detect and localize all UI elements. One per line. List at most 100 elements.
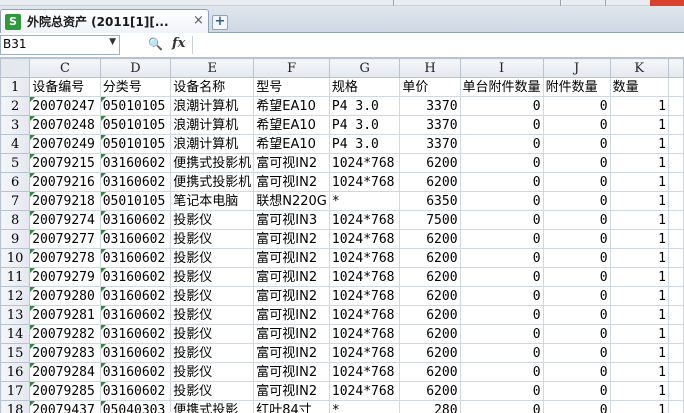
cell-f[interactable]: 富可视IN2 bbox=[253, 362, 330, 382]
cell-i[interactable]: 0 bbox=[459, 115, 544, 135]
cell-j[interactable]: 0 bbox=[542, 286, 611, 306]
cell-c[interactable]: 20079274 bbox=[29, 210, 101, 230]
cell-g[interactable]: 1024*768 bbox=[328, 153, 401, 173]
row-header[interactable]: 4 bbox=[0, 134, 31, 154]
cell-partial[interactable] bbox=[667, 96, 684, 116]
row-header[interactable]: 12 bbox=[0, 286, 31, 306]
cell-g[interactable]: P4 3.0 bbox=[328, 134, 401, 154]
cell-g[interactable]: 1024*768 bbox=[328, 248, 401, 268]
cell-j[interactable]: 0 bbox=[542, 343, 611, 363]
column-header[interactable]: G bbox=[328, 58, 401, 78]
cell-i[interactable]: 0 bbox=[459, 343, 544, 363]
cell-j[interactable]: 0 bbox=[542, 267, 611, 287]
cell-h[interactable]: 6350 bbox=[399, 191, 461, 211]
cell-f[interactable]: 希望EA10 bbox=[253, 134, 330, 154]
cell-f[interactable]: 富可视IN2 bbox=[253, 324, 330, 344]
cell-k[interactable]: 1 bbox=[609, 229, 669, 249]
row-header[interactable]: 1 bbox=[0, 77, 31, 97]
cell-g[interactable]: 1024*768 bbox=[328, 229, 401, 249]
cell-k[interactable]: 1 bbox=[609, 248, 669, 268]
column-header-partial[interactable] bbox=[667, 58, 684, 78]
row-header[interactable]: 14 bbox=[0, 324, 31, 344]
cell-c[interactable]: 20079218 bbox=[29, 191, 101, 211]
cell-g[interactable]: 1024*768 bbox=[328, 267, 401, 287]
cell-k[interactable]: 1 bbox=[609, 210, 669, 230]
cell-partial[interactable] bbox=[667, 324, 684, 344]
cell-d[interactable]: 03160602 bbox=[99, 248, 172, 268]
cell-f[interactable]: 富可视IN2 bbox=[253, 305, 330, 325]
cell-h[interactable]: 6200 bbox=[399, 381, 461, 401]
row-header[interactable]: 17 bbox=[0, 381, 31, 401]
cell-e[interactable]: 浪潮计算机 bbox=[170, 134, 255, 154]
cell-k[interactable]: 1 bbox=[609, 191, 669, 211]
cell-d[interactable]: 03160602 bbox=[99, 324, 172, 344]
cell-e[interactable]: 投影仪 bbox=[170, 286, 255, 306]
cell-f[interactable]: 希望EA10 bbox=[253, 115, 330, 135]
cell-h[interactable]: 6200 bbox=[399, 343, 461, 363]
cell-i[interactable]: 0 bbox=[459, 381, 544, 401]
cell-d[interactable]: 03160602 bbox=[99, 153, 172, 173]
cell-h[interactable]: 7500 bbox=[399, 210, 461, 230]
cell-j[interactable]: 0 bbox=[542, 305, 611, 325]
row-header[interactable]: 3 bbox=[0, 115, 31, 135]
cell-e[interactable]: 投影仪 bbox=[170, 324, 255, 344]
cell-k[interactable]: 1 bbox=[609, 381, 669, 401]
cell-partial[interactable] bbox=[667, 248, 684, 268]
cell-h[interactable]: 3370 bbox=[399, 134, 461, 154]
cell-g[interactable]: 规格 bbox=[328, 77, 401, 97]
cell-d[interactable]: 03160602 bbox=[99, 362, 172, 382]
cell-h[interactable]: 6200 bbox=[399, 172, 461, 192]
row-header[interactable]: 7 bbox=[0, 191, 31, 211]
cell-g[interactable]: 1024*768 bbox=[328, 210, 401, 230]
cell-c[interactable]: 20070249 bbox=[29, 134, 101, 154]
cell-d[interactable]: 03160602 bbox=[99, 343, 172, 363]
cell-j[interactable]: 0 bbox=[542, 172, 611, 192]
cell-k[interactable]: 1 bbox=[609, 172, 669, 192]
cell-c[interactable]: 20079282 bbox=[29, 324, 101, 344]
cell-k[interactable]: 1 bbox=[609, 153, 669, 173]
cell-j[interactable]: 0 bbox=[542, 248, 611, 268]
cell-d[interactable]: 03160602 bbox=[99, 381, 172, 401]
cell-j[interactable]: 0 bbox=[542, 229, 611, 249]
spreadsheet-grid[interactable]: C D E F G H I J K 1 设备编号 分类号 设备名称 型号 规格 单价 单台附件… bbox=[0, 58, 684, 413]
cell-c[interactable]: 20079284 bbox=[29, 362, 101, 382]
cell-c[interactable]: 设备编号 bbox=[29, 77, 101, 97]
cell-g[interactable]: 1024*768 bbox=[328, 362, 401, 382]
column-header[interactable]: J bbox=[542, 58, 611, 78]
cell-partial[interactable] bbox=[667, 172, 684, 192]
cell-f[interactable]: 红叶84寸 bbox=[253, 400, 330, 413]
cell-j[interactable]: 0 bbox=[542, 400, 611, 413]
row-header[interactable]: 18 bbox=[0, 400, 31, 413]
cell-g[interactable]: P4 3.0 bbox=[328, 96, 401, 116]
cell-d[interactable]: 03160602 bbox=[99, 305, 172, 325]
cell-d[interactable]: 03160602 bbox=[99, 286, 172, 306]
cell-e[interactable]: 便携式投影机 bbox=[170, 153, 255, 173]
cell-j[interactable]: 附件数量 bbox=[542, 77, 611, 97]
cell-f[interactable]: 富可视IN2 bbox=[253, 248, 330, 268]
cell-e[interactable]: 笔记本电脑 bbox=[170, 191, 255, 211]
cell-e[interactable]: 投影仪 bbox=[170, 381, 255, 401]
select-all-corner[interactable] bbox=[0, 58, 31, 78]
cell-d[interactable]: 03160602 bbox=[99, 210, 172, 230]
cell-h[interactable]: 3370 bbox=[399, 115, 461, 135]
cell-f[interactable]: 富可视IN2 bbox=[253, 381, 330, 401]
cell-f[interactable]: 富可视IN2 bbox=[253, 343, 330, 363]
cell-partial[interactable] bbox=[667, 343, 684, 363]
cell-f[interactable]: 富可视IN2 bbox=[253, 153, 330, 173]
close-icon[interactable]: × bbox=[193, 13, 204, 28]
cell-c[interactable]: 20079277 bbox=[29, 229, 101, 249]
cell-c[interactable]: 20079285 bbox=[29, 381, 101, 401]
cell-i[interactable]: 0 bbox=[459, 229, 544, 249]
cell-d[interactable]: 05010105 bbox=[99, 191, 172, 211]
cell-e[interactable]: 投影仪 bbox=[170, 267, 255, 287]
cell-partial[interactable] bbox=[667, 153, 684, 173]
cell-i[interactable]: 0 bbox=[459, 172, 544, 192]
cell-f[interactable]: 富可视IN2 bbox=[253, 172, 330, 192]
cell-j[interactable]: 0 bbox=[542, 381, 611, 401]
cell-g[interactable]: 1024*768 bbox=[328, 172, 401, 192]
row-header[interactable]: 11 bbox=[0, 267, 31, 287]
cell-g[interactable]: 1024*768 bbox=[328, 381, 401, 401]
cell-i[interactable]: 0 bbox=[459, 324, 544, 344]
cell-i[interactable]: 单台附件数量 bbox=[459, 77, 544, 97]
cell-d[interactable]: 05010105 bbox=[99, 115, 172, 135]
